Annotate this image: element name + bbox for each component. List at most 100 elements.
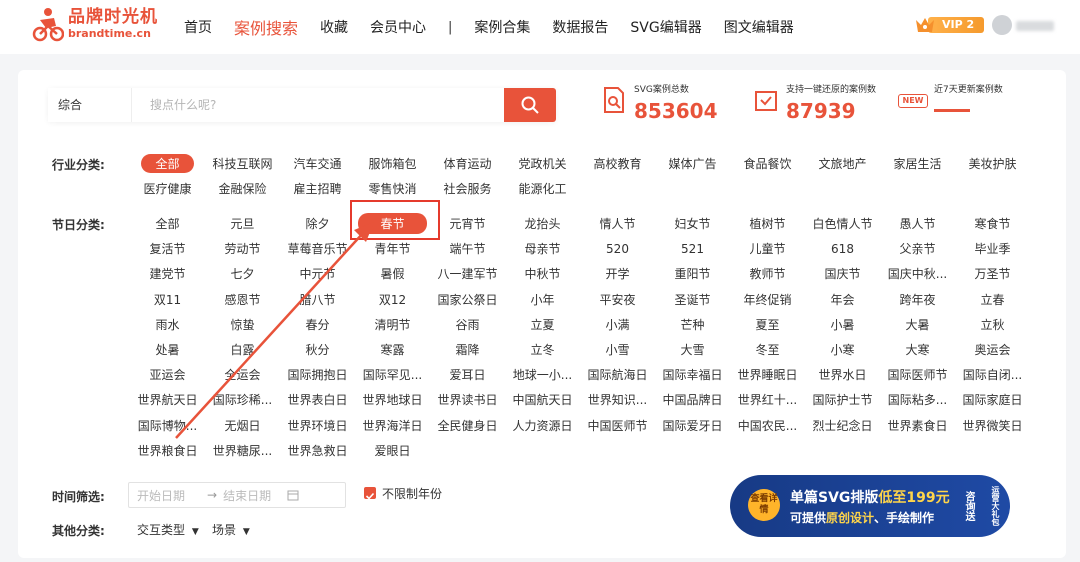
festival-tag[interactable]: 春分	[280, 316, 355, 333]
festival-tag[interactable]: 大暑	[880, 316, 955, 333]
festival-tag[interactable]: 国际航海日	[580, 366, 655, 383]
festival-tag[interactable]: 除夕	[280, 215, 355, 232]
festival-tag[interactable]: 万圣节	[955, 265, 1030, 282]
search-type-select[interactable]: 综合	[48, 88, 132, 122]
festival-tag[interactable]: 中元节	[280, 265, 355, 282]
festival-tag[interactable]: 中国品牌日	[655, 391, 730, 408]
festival-tag[interactable]: 元旦	[205, 215, 280, 232]
festival-tag[interactable]: 世界地球日	[355, 391, 430, 408]
festival-tag[interactable]: 人力资源日	[505, 417, 580, 434]
festival-tag[interactable]: 重阳节	[655, 265, 730, 282]
festival-tag[interactable]: 奥运会	[955, 341, 1030, 358]
end-date-placeholder[interactable]: 结束日期	[223, 487, 271, 504]
festival-tag[interactable]: 年会	[805, 291, 880, 308]
festival-tag[interactable]: 草莓音乐节	[280, 240, 355, 257]
search-button[interactable]	[504, 88, 556, 122]
festival-tag[interactable]: 世界睡眠日	[730, 366, 805, 383]
festival-tag[interactable]: 清明节	[355, 316, 430, 333]
festival-tag[interactable]: 全运会	[205, 366, 280, 383]
nav-member-center[interactable]: 会员中心	[370, 17, 426, 37]
festival-tag[interactable]: 中国航天日	[505, 391, 580, 408]
festival-tag[interactable]: 妇女节	[655, 215, 730, 232]
festival-tag[interactable]: 青年节	[355, 240, 430, 257]
festival-tag[interactable]: 儿童节	[730, 240, 805, 257]
festival-tag[interactable]: 世界表白日	[280, 391, 355, 408]
nav-case-search[interactable]: 案例搜索	[234, 15, 298, 39]
festival-tag[interactable]: 夏至	[730, 316, 805, 333]
festival-tag[interactable]: 愚人节	[880, 215, 955, 232]
festival-tag[interactable]: 世界水日	[805, 366, 880, 383]
festival-tag[interactable]: 小雪	[580, 341, 655, 358]
festival-tag[interactable]: 全民健身日	[430, 417, 505, 434]
festival-tag[interactable]: 开学	[580, 265, 655, 282]
industry-tag[interactable]: 党政机关	[505, 155, 580, 172]
festival-tag[interactable]: 世界粮食日	[130, 442, 205, 459]
industry-tag[interactable]: 金融保险	[205, 180, 280, 197]
festival-tag[interactable]: 国际爱牙日	[655, 417, 730, 434]
date-range-picker[interactable]: 开始日期 → 结束日期	[128, 482, 346, 508]
festival-tag[interactable]: 小满	[580, 316, 655, 333]
start-date-placeholder[interactable]: 开始日期	[137, 487, 185, 504]
festival-tag[interactable]: 无烟日	[205, 417, 280, 434]
user-avatar[interactable]	[992, 15, 1012, 35]
industry-tag[interactable]: 高校教育	[580, 155, 655, 172]
festival-tag[interactable]: 立春	[955, 291, 1030, 308]
festival-tag[interactable]: 双11	[130, 291, 205, 308]
festival-tag[interactable]: 国庆节	[805, 265, 880, 282]
festival-tag[interactable]: 感恩节	[205, 291, 280, 308]
festival-tag[interactable]: 冬至	[730, 341, 805, 358]
vip-badge[interactable]: VIP 2	[914, 15, 984, 35]
festival-tag[interactable]: 国家公祭日	[430, 291, 505, 308]
festival-tag[interactable]: 618	[805, 242, 880, 256]
festival-tag[interactable]: 小年	[505, 291, 580, 308]
festival-tag[interactable]: 七夕	[205, 265, 280, 282]
festival-tag[interactable]: 国际粘多...	[880, 391, 955, 408]
festival-tag[interactable]: 雨水	[130, 316, 205, 333]
nav-favorites[interactable]: 收藏	[320, 17, 348, 37]
festival-tag[interactable]: 秋分	[280, 341, 355, 358]
industry-tag[interactable]: 服饰箱包	[355, 155, 430, 172]
festival-tag[interactable]: 520	[580, 242, 655, 256]
user-name-blurred[interactable]	[1016, 21, 1054, 31]
festival-tag[interactable]: 芒种	[655, 316, 730, 333]
industry-tag[interactable]: 零售快消	[355, 180, 430, 197]
festival-tag[interactable]: 地球一小...	[505, 366, 580, 383]
industry-tag[interactable]: 医疗健康	[130, 180, 205, 197]
festival-tag[interactable]: 国际拥抱日	[280, 366, 355, 383]
view-details-button[interactable]: 查看详情	[748, 489, 780, 521]
festival-tag[interactable]: 国际罕见...	[355, 366, 430, 383]
industry-tag[interactable]: 能源化工	[505, 180, 580, 197]
industry-tag[interactable]: 家居生活	[880, 155, 955, 172]
festival-tag[interactable]: 国际自闭...	[955, 366, 1030, 383]
industry-tag[interactable]: 汽车交通	[280, 155, 355, 172]
festival-tag[interactable]: 全部	[130, 215, 205, 232]
search-input[interactable]	[132, 88, 504, 122]
promo-banner[interactable]: 查看详情 单篇SVG排版低至199元 可提供原创设计、手绘制作 咨询送 运营大礼…	[730, 475, 1010, 537]
festival-tag[interactable]: 平安夜	[580, 291, 655, 308]
festival-tag[interactable]: 亚运会	[130, 366, 205, 383]
festival-tag[interactable]: 立秋	[955, 316, 1030, 333]
festival-tag[interactable]: 国庆中秋...	[880, 265, 955, 282]
festival-tag[interactable]: 元宵节	[430, 215, 505, 232]
nav-home[interactable]: 首页	[184, 17, 212, 37]
festival-tag[interactable]: 跨年夜	[880, 291, 955, 308]
festival-tag[interactable]: 国际珍稀...	[205, 391, 280, 408]
festival-tag[interactable]: 国际医师节	[880, 366, 955, 383]
festival-tag[interactable]: 母亲节	[505, 240, 580, 257]
festival-tag[interactable]: 烈士纪念日	[805, 417, 880, 434]
festival-tag[interactable]: 世界环境日	[280, 417, 355, 434]
festival-tag[interactable]: 中国医师节	[580, 417, 655, 434]
festival-tag[interactable]: 复活节	[130, 240, 205, 257]
festival-tag[interactable]: 年终促销	[730, 291, 805, 308]
festival-tag[interactable]: 毕业季	[955, 240, 1030, 257]
festival-tag[interactable]: 白露	[205, 341, 280, 358]
interaction-type-dropdown[interactable]: 交互类型 ▼	[137, 521, 199, 538]
festival-tag[interactable]: 中国农民...	[730, 417, 805, 434]
festival-tag[interactable]: 世界航天日	[130, 391, 205, 408]
industry-tag[interactable]: 媒体广告	[655, 155, 730, 172]
festival-tag[interactable]: 双12	[355, 291, 430, 308]
festival-tag[interactable]: 植树节	[730, 215, 805, 232]
festival-tag[interactable]: 霜降	[430, 341, 505, 358]
festival-tag[interactable]: 端午节	[430, 240, 505, 257]
festival-tag[interactable]: 寒食节	[955, 215, 1030, 232]
